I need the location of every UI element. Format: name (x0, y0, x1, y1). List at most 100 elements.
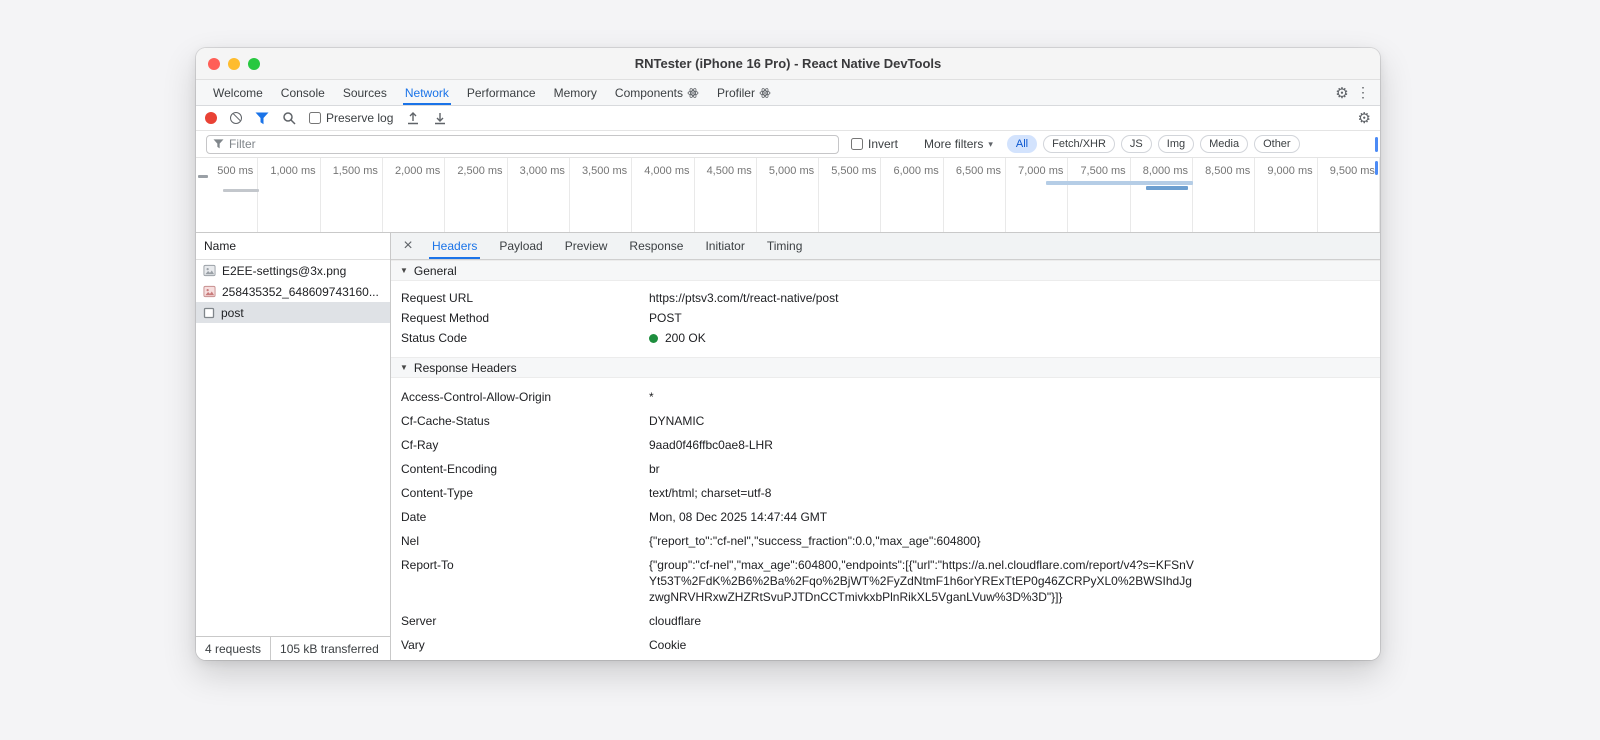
invert-checkbox[interactable] (851, 138, 863, 150)
devtools-window: RNTester (iPhone 16 Pro) - React Native … (196, 48, 1380, 660)
react-atom-icon (759, 87, 771, 99)
tab-performance[interactable]: Performance (458, 80, 545, 105)
filter-pill-js[interactable]: JS (1120, 135, 1152, 153)
invert-label: Invert (868, 137, 899, 151)
timeline-tick-label: 3,000 ms (519, 165, 565, 177)
react-atom-icon (687, 87, 699, 99)
timeline-tick-label: 6,500 ms (955, 165, 1002, 177)
clear-icon (230, 112, 242, 124)
detail-tab-headers[interactable]: Headers (421, 233, 488, 259)
preserve-log-toggle[interactable]: Preserve log (309, 111, 393, 125)
timeline-tick-label: 5,000 ms (768, 165, 815, 177)
detail-tab-timing[interactable]: Timing (756, 233, 814, 259)
filter-input[interactable] (229, 137, 832, 151)
filter-input-box[interactable] (206, 134, 839, 154)
record-network-log-button[interactable] (205, 112, 217, 124)
more-options-kebab-icon[interactable]: ⋮ (1354, 80, 1372, 105)
upload-icon (406, 111, 420, 125)
timeline-cell: 5,500 ms (819, 158, 882, 232)
general-section-header[interactable]: ▼ General (391, 260, 1380, 281)
minimize-window-button[interactable] (228, 57, 240, 70)
zoom-window-button[interactable] (248, 57, 260, 70)
header-row-content-type: Content-Type text/html; charset=utf-8 (401, 486, 772, 500)
detail-tab-payload[interactable]: Payload (488, 233, 553, 259)
request-row-post[interactable]: post (196, 302, 390, 323)
request-name: post (221, 305, 244, 320)
timeline-cell: 2,000 ms (383, 158, 446, 232)
devtools-tab-bar: Welcome Console Sources Network Performa… (196, 80, 1380, 106)
timeline-tick-label: 500 ms (217, 165, 254, 177)
timeline-tick-label: 2,500 ms (457, 165, 503, 177)
timeline-tick-label: 1,500 ms (332, 165, 378, 177)
general-rows: Request URL https://ptsv3.com/t/react-na… (391, 281, 1380, 357)
tab-profiler[interactable]: Profiler (708, 80, 780, 105)
timeline-cell: 2,500 ms (445, 158, 508, 232)
window-title: RNTester (iPhone 16 Pro) - React Native … (634, 56, 942, 71)
network-settings-gear-icon[interactable]: ⚙ (1358, 111, 1371, 126)
filter-pill-fetch-xhr[interactable]: Fetch/XHR (1043, 135, 1115, 153)
disclosure-triangle-icon: ▼ (400, 363, 408, 372)
response-header-rows: Access-Control-Allow-Origin * Cf-Cache-S… (391, 378, 1380, 660)
preserve-log-checkbox[interactable] (309, 112, 321, 124)
request-type-filter-pills: All Fetch/XHR JS Img Media Other (1006, 135, 1300, 153)
timeline-cell: 9,000 ms (1255, 158, 1318, 232)
header-row-nel: Nel {"report_to":"cf-nel","success_fract… (401, 534, 981, 548)
filter-pill-img[interactable]: Img (1157, 135, 1195, 153)
request-detail-panel: × Headers Payload Preview Response Initi… (391, 233, 1380, 660)
document-file-icon (203, 307, 215, 319)
filter-pill-all[interactable]: All (1006, 135, 1038, 153)
transferred-size: 105 kB transferred (270, 637, 388, 660)
download-icon (433, 111, 447, 125)
filter-toggle-button[interactable] (255, 112, 269, 125)
name-column-header[interactable]: Name (196, 233, 390, 260)
timeline-cell: 8,000 ms (1131, 158, 1193, 232)
more-filters-button[interactable]: More filters ▾ (924, 137, 993, 151)
detail-tab-preview[interactable]: Preview (554, 233, 619, 259)
request-name: 258435352_648609743160... (222, 284, 379, 299)
header-row-request-url: Request URL https://ptsv3.com/t/react-na… (401, 291, 839, 305)
funnel-icon (255, 112, 269, 125)
response-headers-section-header[interactable]: ▼ Response Headers (391, 357, 1380, 378)
settings-gear-icon[interactable]: ⚙ (1330, 80, 1354, 105)
scrollbar-thumb[interactable] (1375, 137, 1378, 152)
tab-console[interactable]: Console (272, 80, 334, 105)
timeline-cell: 9,500 ms (1318, 158, 1380, 232)
clear-network-log-button[interactable] (230, 112, 242, 124)
request-row-image[interactable]: 258435352_648609743160... (196, 281, 390, 302)
timeline-tick-label: 4,000 ms (644, 165, 690, 177)
tab-memory[interactable]: Memory (545, 80, 606, 105)
import-har-button[interactable] (406, 111, 420, 125)
request-count: 4 requests (205, 641, 262, 656)
close-window-button[interactable] (208, 57, 220, 70)
filter-pill-media[interactable]: Media (1200, 135, 1249, 153)
filter-pill-other[interactable]: Other (1254, 135, 1300, 153)
export-har-button[interactable] (433, 111, 447, 125)
timeline-cell: 7,500 ms (1068, 158, 1131, 232)
timeline-tick-label: 6,000 ms (893, 165, 939, 177)
timeline-cell: 3,500 ms (570, 158, 633, 232)
disclosure-triangle-icon: ▼ (400, 266, 408, 275)
tab-sources[interactable]: Sources (334, 80, 396, 105)
tab-components[interactable]: Components (606, 80, 708, 105)
header-row-report-to: Report-To {"group":"cf-nel","max_age":60… (401, 558, 1194, 604)
timeline-tick-label: 8,500 ms (1205, 165, 1251, 177)
search-button[interactable] (282, 111, 296, 125)
request-row-e2ee-settings[interactable]: E2EE-settings@3x.png (196, 260, 390, 281)
timeline-tick-label: 7,500 ms (1080, 165, 1126, 177)
tab-welcome[interactable]: Welcome (204, 80, 272, 105)
invert-filter-toggle[interactable]: Invert (851, 137, 898, 151)
network-panel-body: Name E2EE-settings@3x.png 258435352_6486… (196, 233, 1380, 660)
detail-tab-response[interactable]: Response (618, 233, 694, 259)
detail-tab-initiator[interactable]: Initiator (694, 233, 755, 259)
header-row-request-method: Request Method POST (401, 311, 682, 325)
waterfall-bar (223, 189, 259, 192)
timeline-cell: 1,000 ms (258, 158, 321, 232)
network-summary-bar: 4 requests 105 kB transferred (196, 636, 390, 660)
close-detail-icon[interactable]: × (395, 233, 421, 259)
network-overview-timeline[interactable]: 500 ms 1,000 ms 1,500 ms 2,000 ms 2,500 … (196, 158, 1380, 233)
scrollbar-thumb[interactable] (1375, 161, 1378, 175)
tab-network[interactable]: Network (396, 80, 458, 105)
request-name: E2EE-settings@3x.png (222, 263, 347, 278)
timeline-cell: 1,500 ms (321, 158, 383, 232)
section-title: Response Headers (413, 360, 517, 375)
